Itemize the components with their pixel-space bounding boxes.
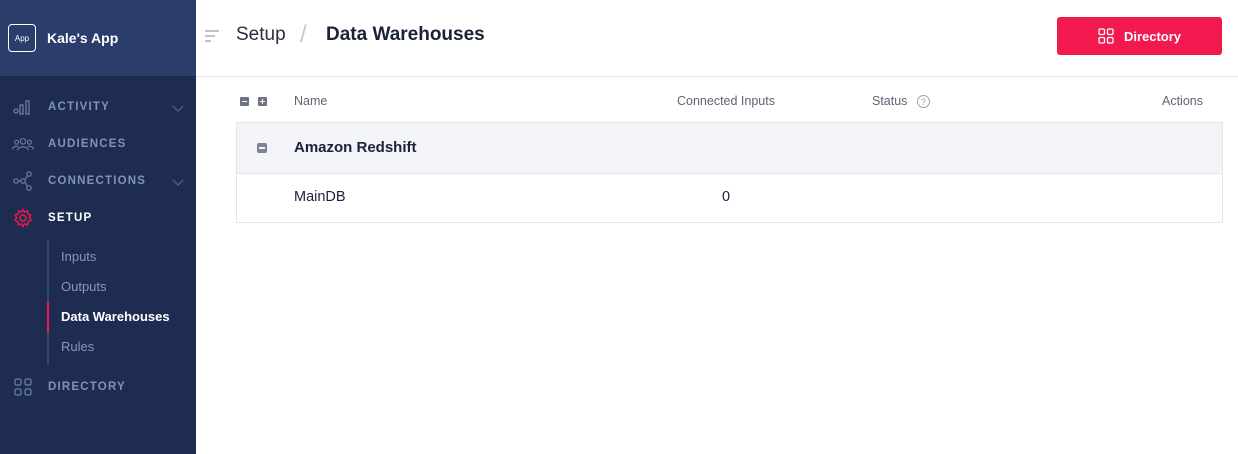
sidebar-item-activity[interactable]: ACTIVITY [0, 88, 196, 125]
column-header-actions: Actions [1162, 94, 1203, 108]
chevron-down-icon[interactable] [172, 174, 184, 192]
sidebar-nav: ACTIVITY AUDIENCES CONNECTIONS SETUP Inp… [0, 88, 196, 405]
connected-inputs-count: 0 [722, 189, 731, 205]
sidebar-item-audiences[interactable]: AUDIENCES [0, 125, 196, 162]
sidebar-item-label: ACTIVITY [48, 100, 110, 113]
menu-toggle-icon[interactable] [204, 29, 220, 47]
group-name: Amazon Redshift [294, 139, 417, 156]
table-row[interactable]: MainDB 0 [237, 174, 1222, 222]
sidebar-item-label: SETUP [48, 211, 93, 224]
expand-all-icon[interactable] [258, 97, 267, 106]
column-header-status-label[interactable]: Status [872, 94, 907, 108]
sidebar: App Kale's App ACTIVITY AUDIENCES CONNEC… [0, 0, 196, 454]
bar-chart-icon [12, 96, 34, 118]
sidebar-item-label: CONNECTIONS [48, 174, 147, 187]
collapse-icon[interactable] [257, 143, 267, 153]
subnav-item-data-warehouses[interactable]: Data Warehouses [47, 302, 196, 332]
app-brand[interactable]: App Kale's App [0, 0, 196, 76]
sidebar-item-connections[interactable]: CONNECTIONS [0, 162, 196, 199]
setup-subnav: Inputs Outputs Data Warehouses Rules [47, 240, 196, 364]
breadcrumb-separator: / [300, 21, 307, 48]
app-badge: App [8, 24, 36, 52]
sidebar-item-setup[interactable]: SETUP [0, 199, 196, 236]
help-icon[interactable]: ? [916, 95, 930, 109]
subnav-item-inputs[interactable]: Inputs [47, 242, 196, 272]
column-header-connected-inputs[interactable]: Connected Inputs [677, 94, 775, 108]
directory-button-label: Directory [1123, 28, 1182, 44]
column-header-name[interactable]: Name [294, 94, 327, 108]
column-header-status: Status ? [872, 94, 930, 109]
grid-icon [1098, 28, 1114, 44]
grid-icon [12, 376, 34, 398]
directory-button[interactable]: Directory [1057, 17, 1222, 55]
gear-icon [12, 207, 34, 229]
chevron-down-icon[interactable] [172, 100, 184, 118]
people-icon [12, 133, 34, 155]
subnav-item-rules[interactable]: Rules [47, 332, 196, 362]
warehouses-table: Name Connected Inputs Status ? Actions A… [236, 84, 1223, 223]
page-header: Setup / Data Warehouses Directory [196, 0, 1238, 77]
sidebar-item-label: DIRECTORY [48, 380, 126, 393]
table-header: Name Connected Inputs Status ? Actions [236, 84, 1223, 122]
warehouse-name: MainDB [294, 189, 346, 205]
network-icon [12, 170, 34, 192]
collapse-all-icon[interactable] [240, 97, 249, 106]
sidebar-item-label: AUDIENCES [48, 137, 127, 150]
app-name: Kale's App [47, 30, 119, 46]
table-group-row[interactable]: Amazon Redshift [237, 123, 1222, 174]
table-body: Amazon Redshift MainDB 0 [236, 122, 1223, 223]
breadcrumb-setup[interactable]: Setup [236, 24, 286, 46]
subnav-item-outputs[interactable]: Outputs [47, 272, 196, 302]
sidebar-item-directory[interactable]: DIRECTORY [0, 368, 196, 405]
page-title: Data Warehouses [326, 24, 485, 45]
